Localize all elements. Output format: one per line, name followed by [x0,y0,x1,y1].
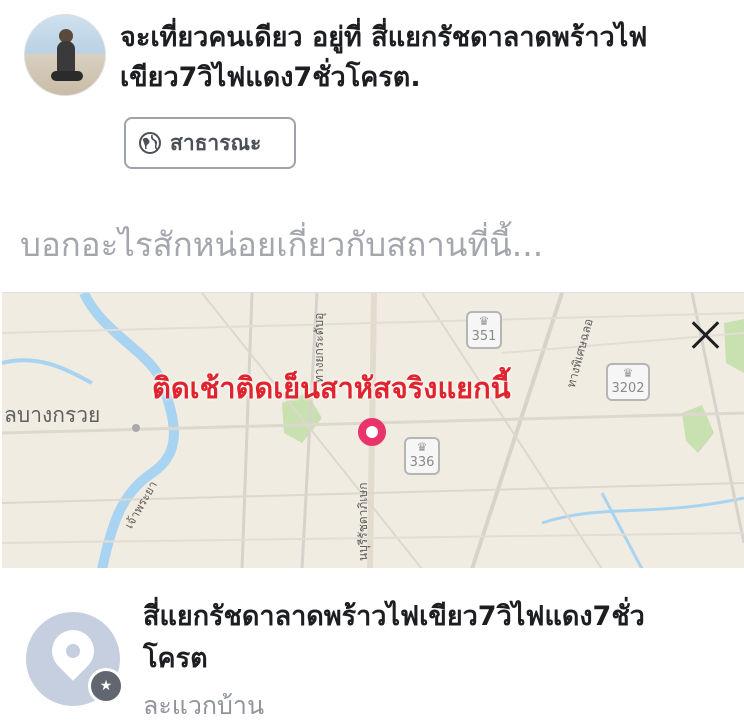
privacy-label: สาธารณะ [170,130,262,155]
avatar[interactable] [24,14,106,96]
road-shield-336: 336 [404,437,440,475]
map-view[interactable]: ลบางกรวย ทางยกระดับอุ ทางพิเศษฉลอ เจ้าพร… [2,292,744,569]
location-pin-marker [358,418,386,446]
status-prefix: จะเที่ยวคนเดียว อยู่ที่ [120,22,372,53]
road-shield-3202: 3202 [606,363,650,401]
avatar-figure-legs [51,71,83,81]
map-street-label: นบุรีรัชดาภิเษก [356,482,370,561]
star-badge-icon: ★ [88,668,124,704]
place-name: สี่แยกรัชดาลาดพร้าวไฟเขียว7วิไฟแดง7ชั่วโ… [143,601,645,674]
place-card[interactable]: ★ สี่แยกรัชดาลาดพร้าวไฟเขียว7วิไฟแดง7ชั่… [0,568,744,728]
compose-input[interactable]: บอกอะไรสักหน่อยเกี่ยวกับสถานที่นี้... [20,218,543,271]
pin-hole [66,644,80,658]
globe-icon [139,132,161,154]
close-icon[interactable] [688,317,724,353]
status-text: จะเที่ยวคนเดียว อยู่ที่ สี่แยกรัชดาลาดพร… [120,18,720,98]
place-pin-icon: ★ [26,612,124,706]
road-shield-351: 351 [466,311,502,349]
map-overlay-caption: ติดเช้าติดเย็นสาหัสจริงแยกนี้ [152,371,511,405]
place-category: ละแวกบ้าน [143,691,265,720]
map-district-label: ลบางกรวย [4,403,101,427]
status-suffix: . [410,62,421,93]
privacy-selector-button[interactable]: สาธารณะ [124,117,296,169]
